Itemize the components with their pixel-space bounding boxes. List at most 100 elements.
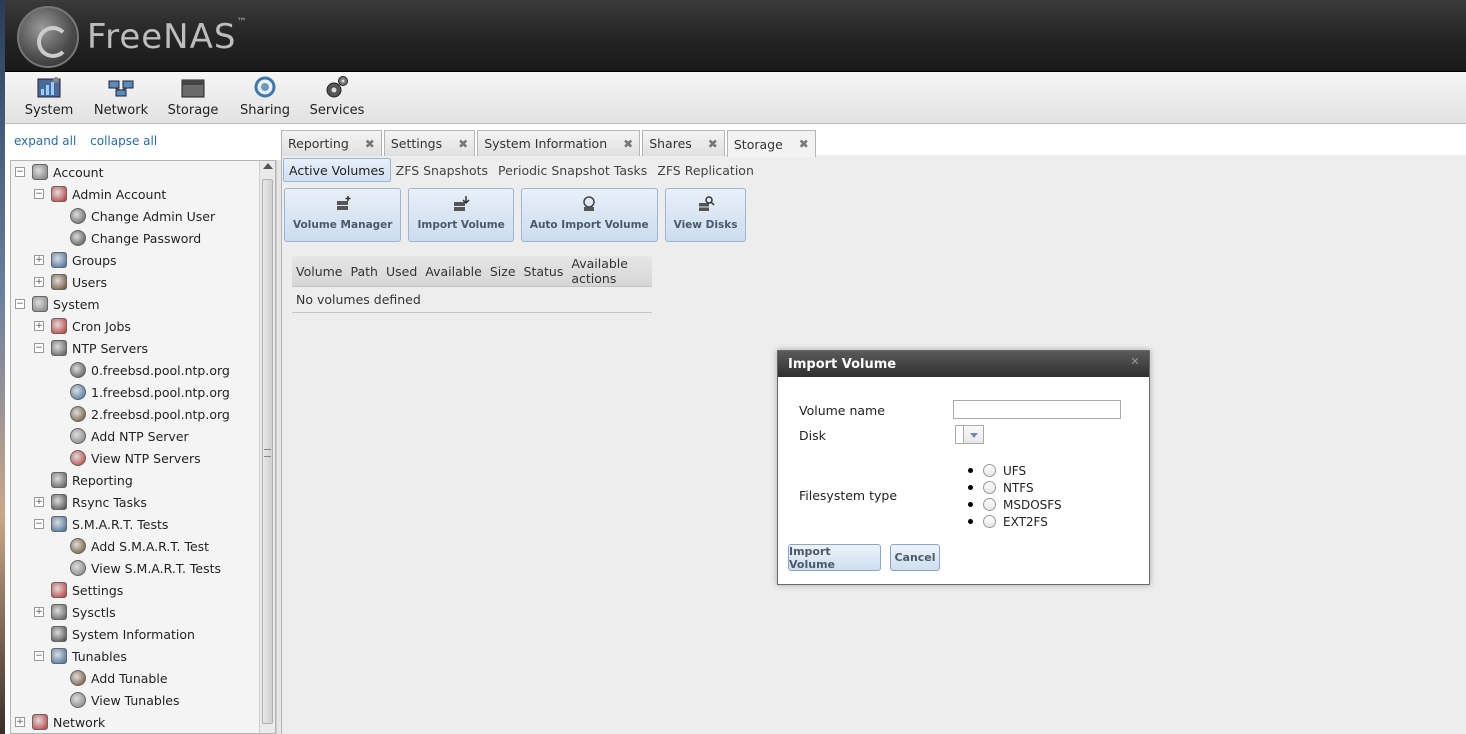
col-actions[interactable]: Available actions [567, 256, 652, 287]
nav-network-button[interactable]: Network [85, 72, 157, 124]
tree-item[interactable]: Change Password [11, 227, 259, 249]
radio-button[interactable] [983, 464, 996, 477]
chevron-down-icon[interactable] [964, 426, 983, 443]
close-tab-icon[interactable]: ✖ [799, 137, 809, 151]
view-disks-icon [698, 196, 715, 211]
sidebar-scrollbar[interactable] [259, 161, 275, 733]
tree-item[interactable]: − S.M.A.R.T. Tests [11, 513, 259, 535]
subtab-zfs-snapshots[interactable]: ZFS Snapshots [391, 158, 493, 182]
tree-item[interactable]: View S.M.A.R.T. Tests [11, 557, 259, 579]
view-disks-button[interactable]: View Disks [664, 188, 747, 242]
tree-item-label: Change Admin User [91, 208, 216, 224]
close-tab-icon[interactable]: ✖ [458, 137, 468, 151]
nav-storage-button[interactable]: Storage [157, 72, 229, 124]
tab-shares[interactable]: Shares ✖ [642, 130, 725, 156]
import-volume-submit-button[interactable]: Import Volume [788, 544, 881, 571]
tree-item[interactable]: + Cron Jobs [11, 315, 259, 337]
tab-storage[interactable]: Storage ✖ [726, 130, 816, 157]
import-volume-button[interactable]: Import Volume [408, 188, 514, 242]
volume-manager-button[interactable]: Volume Manager [284, 188, 402, 242]
close-tab-icon[interactable]: ✖ [623, 137, 633, 151]
fs-option-ntfs[interactable]: NTFS [968, 479, 1062, 496]
col-path[interactable]: Path [346, 256, 382, 287]
tree-item[interactable]: 1.freebsd.pool.ntp.org [11, 381, 259, 403]
tree-item[interactable]: System Information [11, 623, 259, 645]
tab-settings[interactable]: Settings ✖ [383, 130, 476, 156]
expand-icon[interactable]: + [34, 607, 44, 617]
col-available[interactable]: Available [421, 256, 486, 287]
tree-item[interactable]: + Network [11, 711, 259, 733]
close-tab-icon[interactable]: ✖ [365, 137, 375, 151]
radio-button[interactable] [983, 515, 996, 528]
expand-icon[interactable]: + [15, 717, 25, 727]
tree-item-label: 2.freebsd.pool.ntp.org [91, 406, 230, 422]
fs-option-msdosfs[interactable]: MSDOSFS [968, 496, 1062, 513]
tree-item[interactable]: 2.freebsd.pool.ntp.org [11, 403, 259, 425]
tree-item[interactable]: 0.freebsd.pool.ntp.org [11, 359, 259, 381]
freenas-logo: FreeNAS™ [17, 6, 247, 68]
radio-button[interactable] [983, 498, 996, 511]
expand-icon[interactable]: + [34, 497, 44, 507]
volume-name-input[interactable] [953, 400, 1121, 419]
tab-reporting[interactable]: Reporting ✖ [281, 130, 382, 156]
collapse-icon[interactable]: − [34, 343, 44, 353]
collapse-all-link[interactable]: collapse all [90, 134, 157, 148]
expand-icon[interactable]: + [34, 255, 44, 265]
close-icon[interactable]: ✕ [1129, 356, 1141, 368]
tree-item[interactable]: Add NTP Server [11, 425, 259, 447]
tree-item[interactable]: Change Admin User [11, 205, 259, 227]
tree-item[interactable]: + Rsync Tasks [11, 491, 259, 513]
expand-icon[interactable]: + [34, 277, 44, 287]
col-used[interactable]: Used [381, 256, 422, 287]
collapse-icon[interactable]: − [34, 519, 44, 529]
dialog-titlebar[interactable]: Import Volume ✕ [778, 351, 1149, 377]
col-size[interactable]: Size [485, 256, 520, 287]
tree-item-icon [51, 186, 67, 202]
nav-system-button[interactable]: System [13, 72, 85, 124]
scroll-up-icon[interactable] [263, 163, 273, 169]
col-status[interactable]: Status [519, 256, 568, 287]
collapse-icon[interactable]: − [15, 167, 25, 177]
tree-item[interactable]: Add S.M.A.R.T. Test [11, 535, 259, 557]
tree-item[interactable]: View NTP Servers [11, 447, 259, 469]
tree-item-icon [70, 670, 86, 686]
auto-import-volume-button[interactable]: Auto Import Volume [520, 188, 658, 242]
tree-item[interactable]: − Tunables [11, 645, 259, 667]
tab-system-information[interactable]: System Information ✖ [477, 130, 641, 156]
expand-icon[interactable]: + [34, 321, 44, 331]
cancel-button[interactable]: Cancel [890, 544, 940, 571]
collapse-icon[interactable]: − [34, 651, 44, 661]
tree-item-icon [51, 340, 67, 356]
fs-option-ext2fs[interactable]: EXT2FS [968, 513, 1062, 530]
tree-item[interactable]: Add Tunable [11, 667, 259, 689]
collapse-icon[interactable]: − [34, 189, 44, 199]
collapse-icon[interactable]: − [15, 299, 25, 309]
fs-option-ufs[interactable]: UFS [968, 462, 1062, 479]
tree-item[interactable]: − System [11, 293, 259, 315]
close-tab-icon[interactable]: ✖ [708, 137, 718, 151]
col-volume[interactable]: Volume [292, 256, 347, 287]
tree-item-icon [70, 384, 86, 400]
disk-select[interactable] [955, 425, 984, 444]
nav-services-button[interactable]: Services [301, 72, 373, 124]
tree-item[interactable]: + Groups [11, 249, 259, 271]
subtab-zfs-replication[interactable]: ZFS Replication [652, 158, 759, 182]
tree-item[interactable]: Reporting [11, 469, 259, 491]
tree-item[interactable]: − Admin Account [11, 183, 259, 205]
tree-item[interactable]: + Sysctls [11, 601, 259, 623]
tree-item[interactable]: Settings [11, 579, 259, 601]
expand-all-link[interactable]: expand all [14, 134, 76, 148]
tree-item[interactable]: View Tunables [11, 689, 259, 711]
tree-item[interactable]: + Users [11, 271, 259, 293]
radio-button[interactable] [983, 481, 996, 494]
filesystem-type-options: UFS NTFS MSDOSFS EXT2FS [968, 462, 1062, 530]
nav-sharing-button[interactable]: Sharing [229, 72, 301, 124]
tree-item[interactable]: − Account [11, 161, 259, 183]
subtab-active-volumes[interactable]: Active Volumes [283, 158, 391, 182]
tree-item[interactable]: − NTP Servers [11, 337, 259, 359]
tree-item-icon [51, 648, 67, 664]
subtab-periodic-snapshot-tasks[interactable]: Periodic Snapshot Tasks [493, 158, 652, 182]
